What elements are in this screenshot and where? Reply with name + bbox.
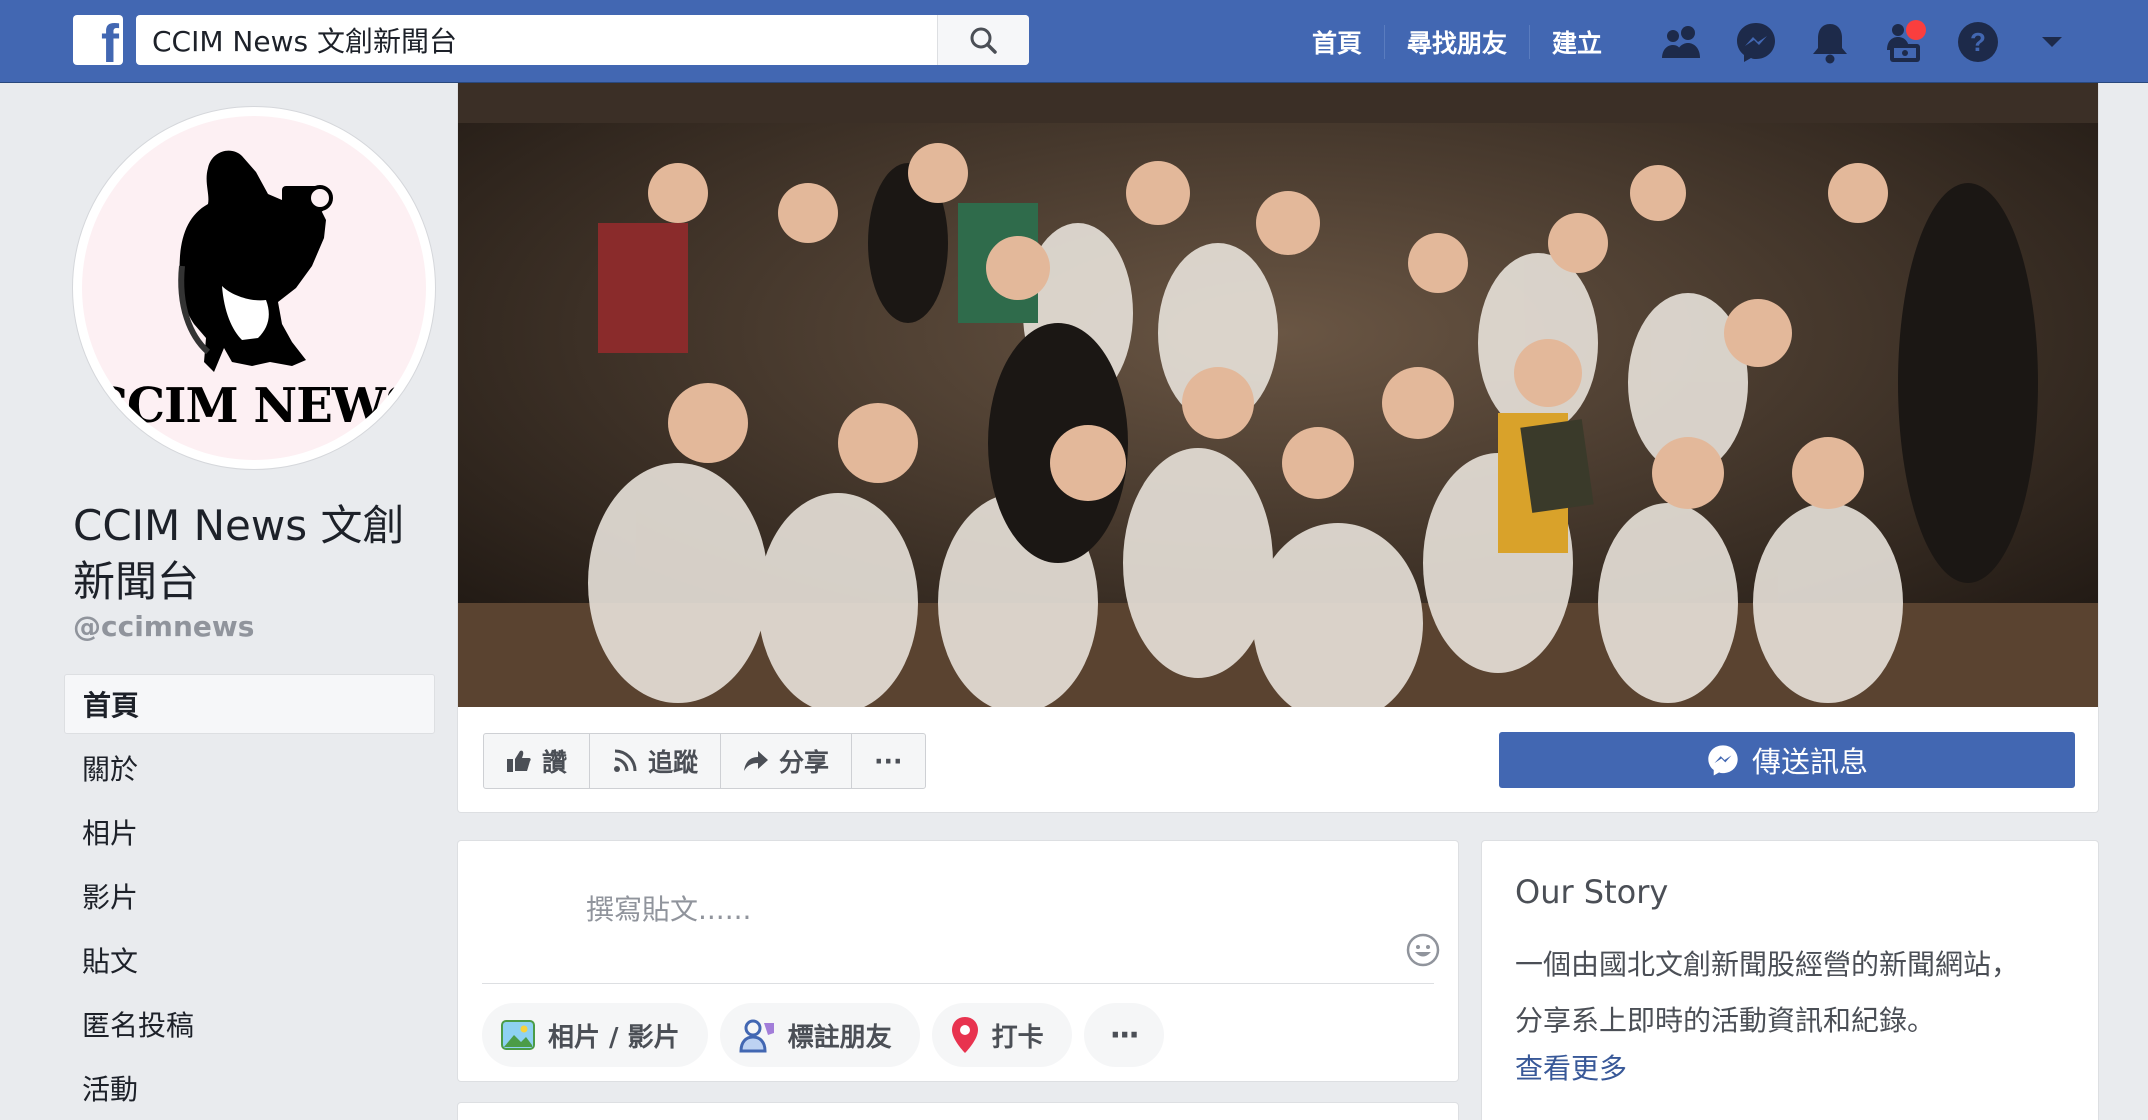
page-title[interactable]: CCIM News 文創新聞台 — [73, 498, 443, 610]
emoji-icon[interactable] — [1406, 933, 1440, 971]
groups-icon[interactable] — [1882, 19, 1926, 64]
sidebar-item-photos[interactable]: 相片 — [64, 802, 435, 862]
messenger-icon — [1708, 745, 1738, 776]
facebook-logo-icon[interactable]: f — [73, 15, 123, 65]
story-title: Our Story — [1515, 873, 1669, 911]
profile-picture[interactable]: CCIM NEWS — [72, 106, 436, 470]
sidebar-item-videos[interactable]: 影片 — [64, 866, 435, 926]
search-box[interactable] — [136, 15, 1029, 65]
nav-create-link[interactable]: 建立 — [1530, 22, 1624, 62]
more-dots-icon: ··· — [1109, 1017, 1140, 1053]
sidebar-item-events[interactable]: 活動 — [64, 1058, 435, 1118]
notification-badge — [1906, 19, 1926, 40]
composer-divider — [482, 983, 1434, 984]
dropdown-icon[interactable] — [2030, 20, 2074, 64]
story-text-line: 一個由國北文創新聞股經營的新聞網站， — [1515, 948, 2020, 981]
share-button[interactable]: 分享 — [721, 734, 853, 788]
sidebar-item-home[interactable]: 首頁 — [64, 674, 435, 734]
search-button[interactable] — [937, 15, 1029, 65]
composer-more-button[interactable]: ··· — [1083, 1003, 1164, 1067]
see-more-link[interactable]: 查看更多 — [1515, 1047, 1627, 1087]
page-handle[interactable]: @ccimnews — [73, 610, 254, 643]
share-label: 分享 — [779, 748, 830, 777]
composer-placeholder[interactable]: 撰寫貼文...... — [586, 888, 751, 928]
sidebar-item-anonymous-submission[interactable]: 匿名投稿 — [64, 994, 435, 1054]
send-message-label: 傳送訊息 — [1751, 745, 1868, 779]
cover-photo-image — [458, 83, 2098, 707]
sidebar-item-about[interactable]: 關於 — [64, 738, 435, 798]
search-input[interactable] — [136, 15, 936, 65]
tag-friends-icon — [739, 1019, 774, 1053]
like-button[interactable]: 讚 — [484, 734, 591, 788]
top-navbar: f 首頁 尋找朋友 建立 — [0, 0, 2148, 83]
send-message-button[interactable]: 傳送訊息 — [1499, 732, 2075, 788]
our-story-card: Our Story 一個由國北文創新聞股經營的新聞網站， 分享系上即時的活動資訊… — [1481, 840, 2099, 1120]
sidebar-item-posts[interactable]: 貼文 — [64, 930, 435, 990]
feed-post-card — [457, 1102, 1459, 1120]
check-in-button[interactable]: 打卡 — [931, 1003, 1072, 1067]
photo-video-label: 相片 / 影片 — [548, 1022, 680, 1053]
search-icon — [970, 27, 997, 54]
cover-photo[interactable] — [458, 83, 2098, 707]
profile-logo-text: CCIM NEWS — [89, 378, 420, 434]
photo-video-button[interactable]: 相片 / 影片 — [482, 1003, 708, 1067]
rss-icon — [614, 749, 637, 772]
location-pin-icon — [951, 1017, 978, 1053]
check-in-label: 打卡 — [991, 1022, 1044, 1053]
share-arrow-icon — [744, 751, 769, 771]
like-label: 讚 — [542, 748, 568, 777]
tag-friends-label: 標註朋友 — [787, 1022, 892, 1053]
help-icon[interactable]: ? — [1956, 20, 2000, 64]
post-composer: 撰寫貼文...... 相片 / 影片 標註朋友 打卡 ··· — [457, 840, 1459, 1082]
follow-button[interactable]: 追蹤 — [590, 734, 722, 788]
more-dots-icon: ··· — [874, 746, 903, 776]
photo-icon — [501, 1020, 535, 1050]
more-options-button[interactable]: ··· — [852, 734, 925, 788]
nav-find-friends-link[interactable]: 尋找朋友 — [1385, 22, 1529, 62]
messenger-icon[interactable] — [1734, 20, 1778, 64]
cover-card: 讚 追蹤 分享 ··· 傳送訊息 — [457, 83, 2099, 813]
tag-friends-button[interactable]: 標註朋友 — [719, 1003, 920, 1067]
story-text-line: 分享系上即時的活動資訊和紀錄。 — [1515, 1004, 1936, 1037]
notifications-icon[interactable] — [1808, 20, 1852, 64]
svg-text:?: ? — [1970, 27, 1986, 57]
follow-label: 追蹤 — [648, 748, 699, 777]
thumbs-up-icon — [507, 750, 531, 772]
nav-home-link[interactable]: 首頁 — [1290, 22, 1384, 62]
story-text: 一個由國北文創新聞股經營的新聞網站， 分享系上即時的活動資訊和紀錄。 — [1515, 937, 2075, 1049]
friends-icon[interactable] — [1660, 20, 1704, 64]
page-sidebar-nav: 首頁 關於 相片 影片 貼文 匿名投稿 活動 — [64, 674, 435, 1120]
page-action-buttons: 讚 追蹤 分享 ··· — [483, 733, 926, 789]
